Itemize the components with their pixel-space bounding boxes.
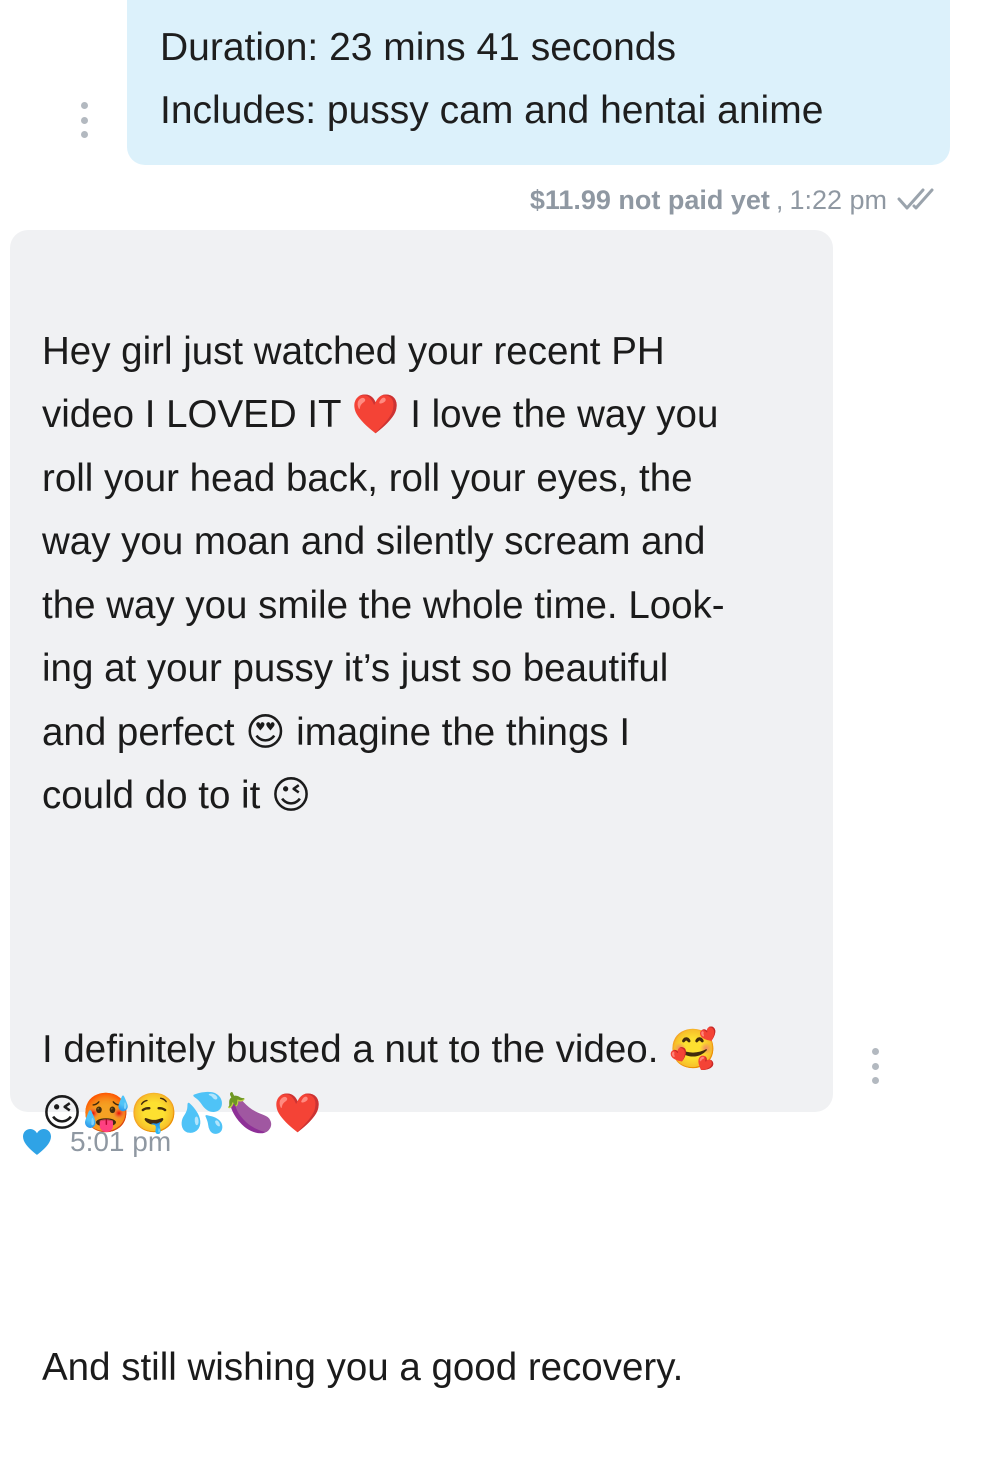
incoming-message-bubble[interactable]: Hey girl just watched your recent PH vid…	[10, 230, 833, 1389]
status-separator: ,	[775, 184, 784, 215]
message-includes-line: Includes: pussy cam and hentai anime	[160, 89, 824, 132]
heart-icon[interactable]	[22, 1128, 52, 1156]
message-paragraph: And still wishing you a good recovery.	[42, 1345, 684, 1389]
outgoing-message-bubble[interactable]: Duration: 23 mins 41 seconds Includes: p…	[127, 0, 950, 165]
incoming-message-text: Hey girl just watched your recent PH vid…	[42, 256, 803, 1463]
message-paragraph: Hey girl just watched your recent PH vid…	[42, 329, 725, 818]
double-check-icon	[897, 188, 934, 210]
incoming-message-menu-icon[interactable]	[870, 1048, 880, 1084]
incoming-message-footer: 5:01 pm	[22, 1122, 171, 1162]
message-duration-line: Duration: 23 mins 41 seconds	[160, 26, 676, 69]
price-status: $11.99 not paid yet	[529, 184, 770, 215]
incoming-message-time: 5:01 pm	[70, 1126, 172, 1157]
outgoing-message-status: $11.99 not paid yet , 1:22 pm	[530, 180, 943, 220]
outgoing-message-menu-icon[interactable]	[79, 102, 89, 138]
outgoing-message-time: 1:22 pm	[789, 184, 887, 215]
